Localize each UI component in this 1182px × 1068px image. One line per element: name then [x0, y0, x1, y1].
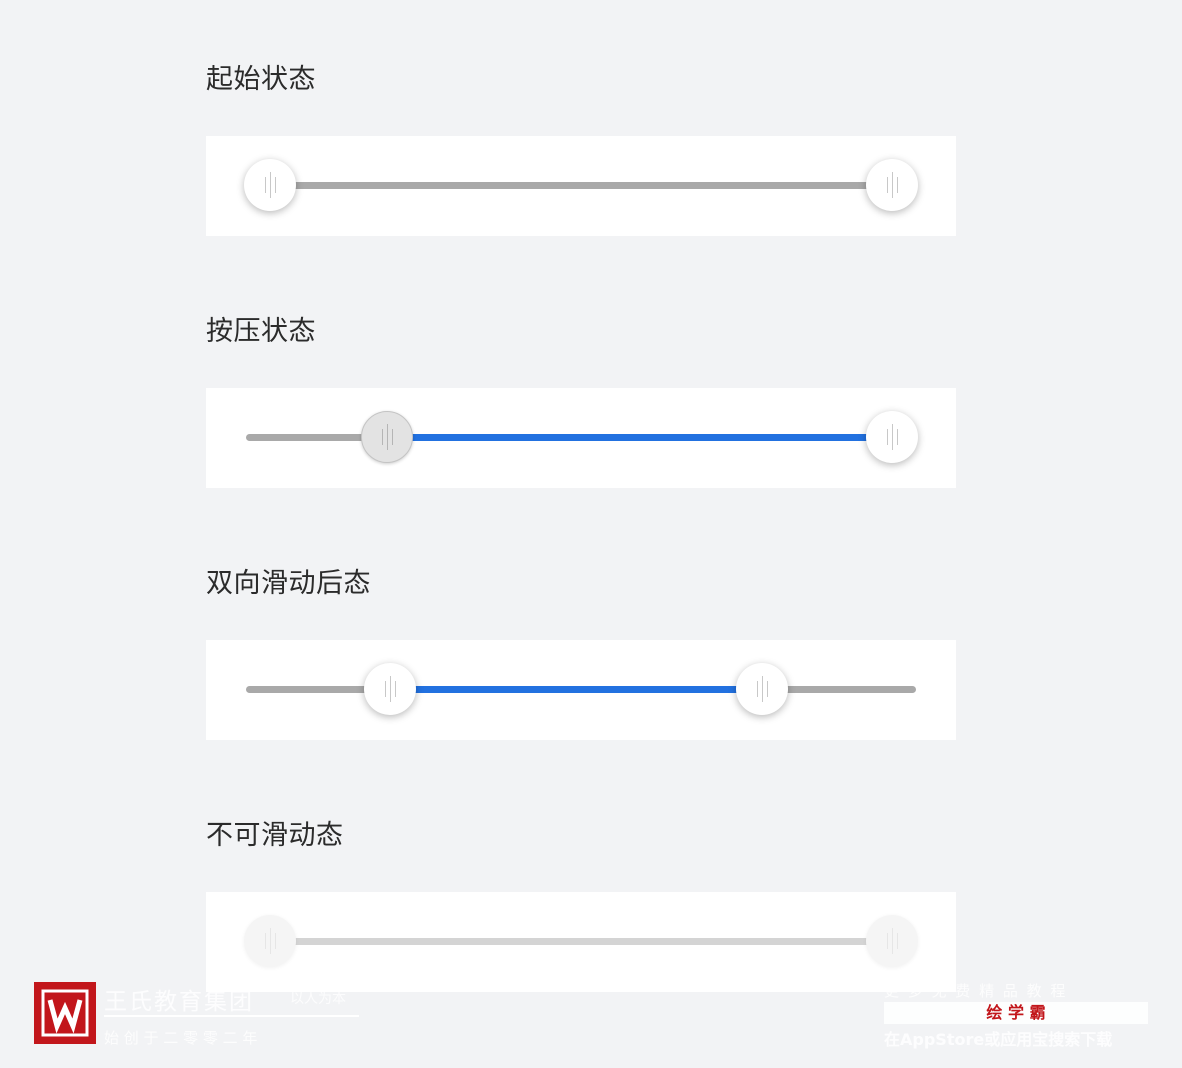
slider-upper-thumb[interactable] [736, 663, 788, 715]
w-logo-icon [41, 989, 89, 1037]
promo-top: 更 多 免 费 精 品 教 程 [884, 982, 1068, 1000]
slider-upper-thumb[interactable] [866, 159, 918, 211]
grip-icon [756, 676, 768, 702]
section-title-initial: 起始状态 [206, 64, 316, 95]
section-title-disabled: 不可滑动态 [206, 820, 344, 851]
slider-track-active[interactable] [390, 686, 762, 693]
slider-track-active[interactable] [396, 434, 892, 441]
brand-logo [34, 982, 96, 1044]
brand-name: 王氏教育集团 [104, 989, 254, 1015]
grip-icon [886, 928, 898, 954]
promo-bottom: 在AppStore或应用宝搜索下载 [884, 1030, 1113, 1049]
grip-icon [264, 928, 276, 954]
brand-divider [104, 1015, 359, 1017]
slider-lower-thumb[interactable] [364, 663, 416, 715]
range-slider-initial[interactable] [206, 136, 956, 236]
grip-icon [381, 424, 393, 450]
slider-track-disabled [270, 938, 892, 945]
slider-upper-thumb[interactable] [866, 411, 918, 463]
slider-lower-thumb-disabled [244, 915, 296, 967]
grip-icon [886, 424, 898, 450]
brand-founded: 始 创 于 二 零 零 二 年 [104, 1029, 258, 1047]
slider-lower-thumb[interactable] [244, 159, 296, 211]
grip-icon [264, 172, 276, 198]
slider-track[interactable] [270, 182, 892, 189]
section-title-dragged: 双向滑动后态 [206, 568, 371, 599]
slider-lower-thumb-pressed[interactable] [361, 411, 413, 463]
range-slider-disabled [206, 892, 956, 992]
grip-icon [384, 676, 396, 702]
section-title-pressed: 按压状态 [206, 316, 316, 347]
range-slider-pressed[interactable] [206, 388, 956, 488]
slider-upper-thumb-disabled [866, 915, 918, 967]
brand-motto: 以人为本 [290, 991, 346, 1007]
range-slider-dragged[interactable] [206, 640, 956, 740]
promo-brand: 绘 学 霸 [986, 1003, 1046, 1022]
grip-icon [886, 172, 898, 198]
